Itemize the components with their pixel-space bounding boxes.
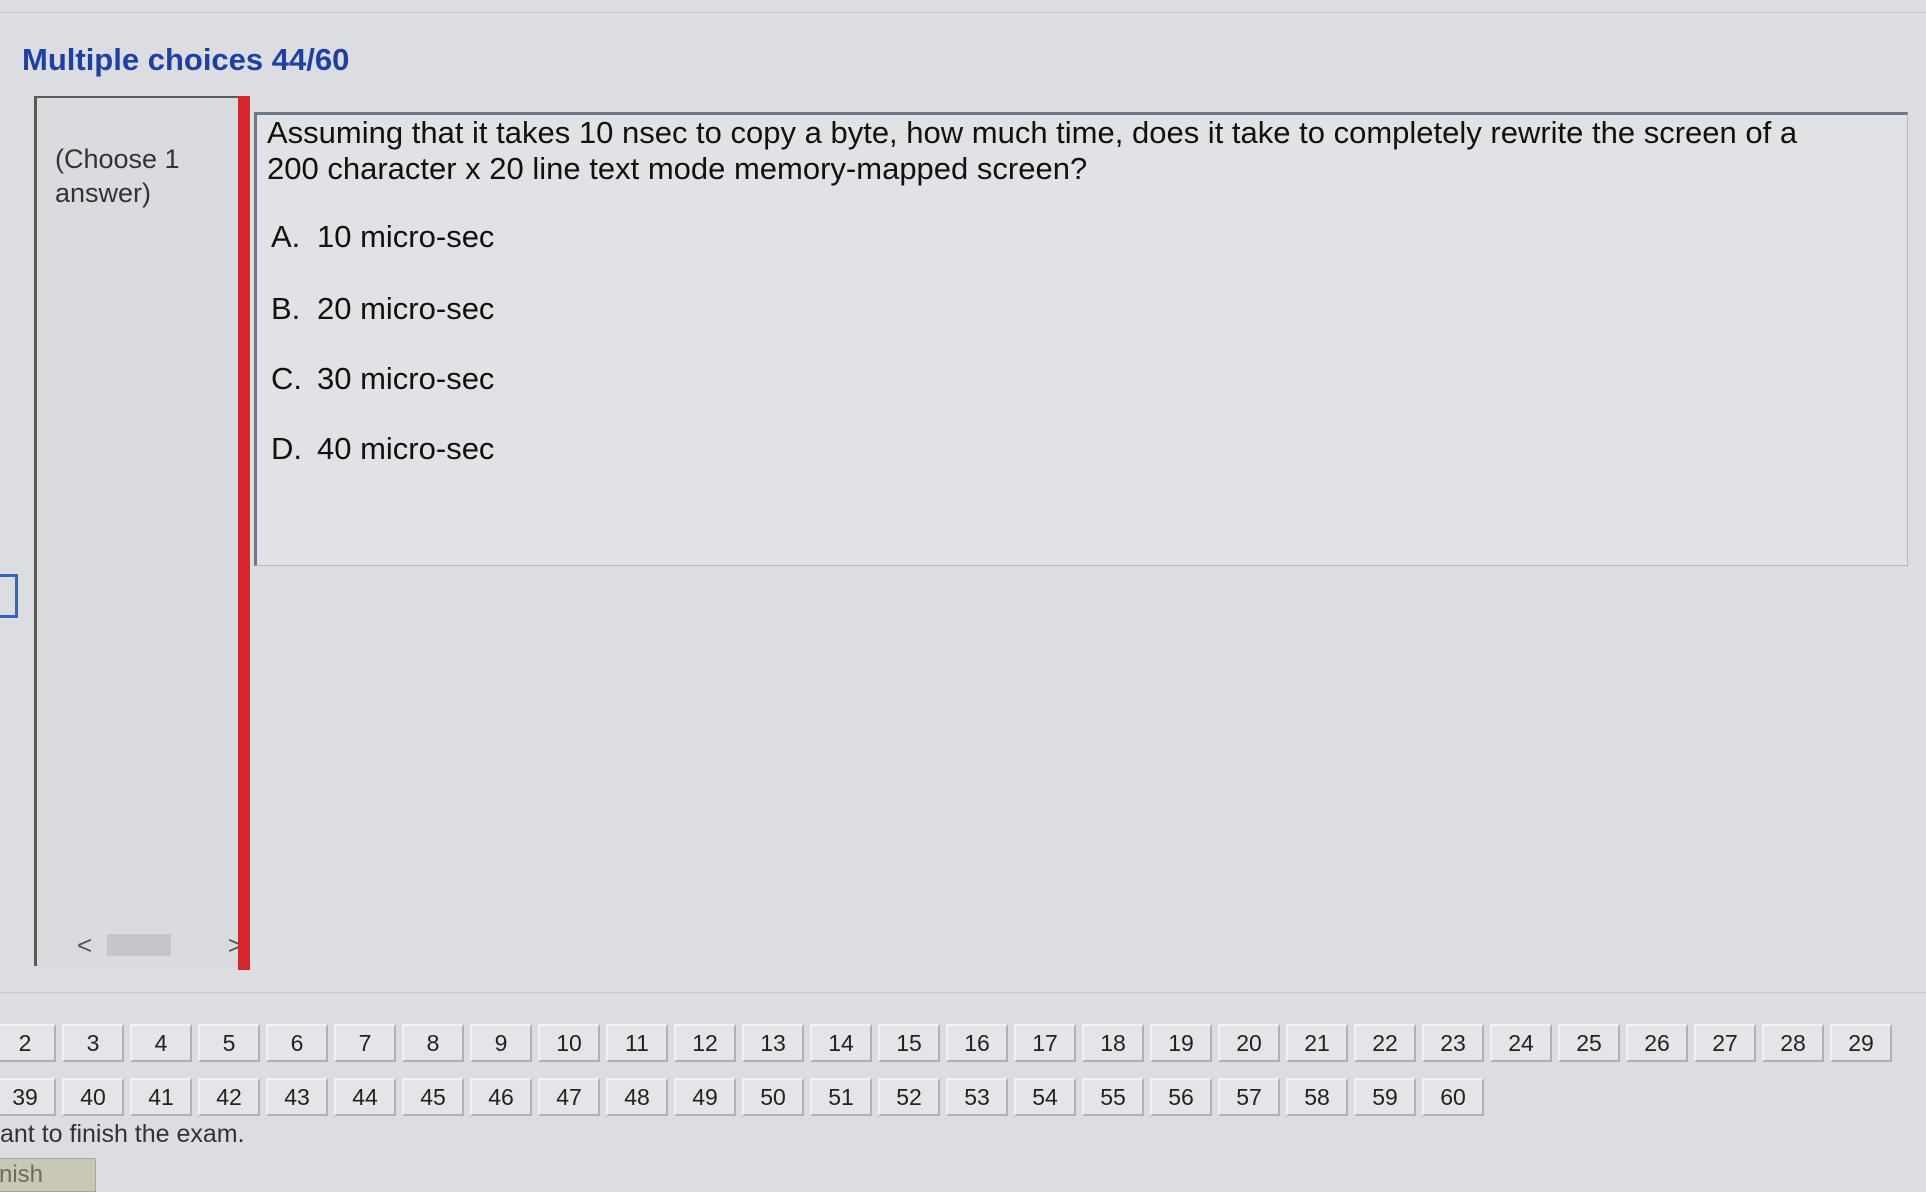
option-b[interactable]: B. 20 micro-sec [271,291,494,327]
option-a[interactable]: A. 10 micro-sec [271,219,494,255]
option-letter: B. [271,291,301,326]
question-nav-button[interactable]: 41 [130,1078,192,1116]
question-nav-button[interactable]: 57 [1218,1078,1280,1116]
question-nav-button[interactable]: 25 [1558,1024,1620,1062]
option-label: 40 micro-sec [317,431,495,466]
question-nav-button[interactable]: 15 [878,1024,940,1062]
question-nav-button[interactable]: 59 [1354,1078,1416,1116]
question-nav-button[interactable]: 19 [1150,1024,1212,1062]
question-nav-button[interactable]: 49 [674,1078,736,1116]
question-nav-button[interactable]: 45 [402,1078,464,1116]
question-nav-button[interactable]: 12 [674,1024,736,1062]
question-nav-button[interactable]: 40 [62,1078,124,1116]
option-label: 30 micro-sec [317,361,495,396]
horizontal-scrollbar[interactable]: < > [73,930,243,960]
choose-hint: (Choose 1 answer) [55,144,180,208]
question-nav-button[interactable]: 10 [538,1024,600,1062]
question-nav-button[interactable]: 16 [946,1024,1008,1062]
option-letter: A. [271,219,301,254]
question-nav-button[interactable]: 29 [1830,1024,1892,1062]
question-nav-button[interactable]: 2 [0,1024,56,1062]
question-nav-row-1: 2 3 4 5 6 7 8 9 10 11 12 13 14 15 16 17 … [0,1024,1892,1062]
question-nav-button[interactable]: 26 [1626,1024,1688,1062]
option-d[interactable]: D. 40 micro-sec [271,431,494,467]
answer-hint-panel: (Choose 1 answer) < > [34,96,243,966]
question-panel: Assuming that it takes 10 nsec to copy a… [254,112,1908,566]
finish-message: ant to finish the exam. [0,1120,245,1148]
question-nav-button[interactable]: 4 [130,1024,192,1062]
unanswered-marker-bar [238,96,250,970]
question-nav-button[interactable]: 23 [1422,1024,1484,1062]
question-nav-button[interactable]: 18 [1082,1024,1144,1062]
option-letter: C. [271,361,302,396]
left-edge-checkbox[interactable] [0,574,18,618]
page-title: Multiple choices 44/60 [22,42,350,77]
question-nav-button[interactable]: 6 [266,1024,328,1062]
question-nav-button[interactable]: 13 [742,1024,804,1062]
question-nav-button[interactable]: 43 [266,1078,328,1116]
question-nav-button[interactable]: 50 [742,1078,804,1116]
question-nav-button[interactable]: 46 [470,1078,532,1116]
question-nav-button[interactable]: 3 [62,1024,124,1062]
option-label: 10 micro-sec [317,219,495,254]
question-nav-button[interactable]: 7 [334,1024,396,1062]
top-divider [0,12,1926,13]
question-nav-button[interactable]: 20 [1218,1024,1280,1062]
question-nav-button[interactable]: 17 [1014,1024,1076,1062]
question-nav-button[interactable]: 39 [0,1078,56,1116]
question-nav-row-2: 39 40 41 42 43 44 45 46 47 48 49 50 51 5… [0,1078,1484,1116]
navigation-divider [0,992,1926,993]
question-nav-button[interactable]: 11 [606,1024,668,1062]
question-nav-button[interactable]: 55 [1082,1078,1144,1116]
question-nav-button[interactable]: 5 [198,1024,260,1062]
scroll-left-icon[interactable]: < [77,930,92,961]
option-c[interactable]: C. 30 micro-sec [271,361,494,397]
question-nav-button[interactable]: 44 [334,1078,396,1116]
question-nav-button[interactable]: 60 [1422,1078,1484,1116]
question-nav-button[interactable]: 21 [1286,1024,1348,1062]
question-nav-button[interactable]: 14 [810,1024,872,1062]
question-nav-button[interactable]: 27 [1694,1024,1756,1062]
option-letter: D. [271,431,302,466]
question-nav-button[interactable]: 42 [198,1078,260,1116]
question-nav-button[interactable]: 58 [1286,1078,1348,1116]
question-nav-button[interactable]: 56 [1150,1078,1212,1116]
question-nav-button[interactable]: 51 [810,1078,872,1116]
question-nav-button[interactable]: 54 [1014,1078,1076,1116]
question-nav-button[interactable]: 24 [1490,1024,1552,1062]
question-text: Assuming that it takes 10 nsec to copy a… [267,115,1798,186]
question-nav-button[interactable]: 52 [878,1078,940,1116]
question-nav-button[interactable]: 8 [402,1024,464,1062]
question-nav-button[interactable]: 53 [946,1078,1008,1116]
question-nav-button[interactable]: 22 [1354,1024,1416,1062]
question-nav-button[interactable]: 48 [606,1078,668,1116]
question-nav-button[interactable]: 47 [538,1078,600,1116]
question-nav-button[interactable]: 9 [470,1024,532,1062]
scroll-thumb[interactable] [107,934,171,956]
question-nav-button[interactable]: 28 [1762,1024,1824,1062]
option-label: 20 micro-sec [317,291,495,326]
